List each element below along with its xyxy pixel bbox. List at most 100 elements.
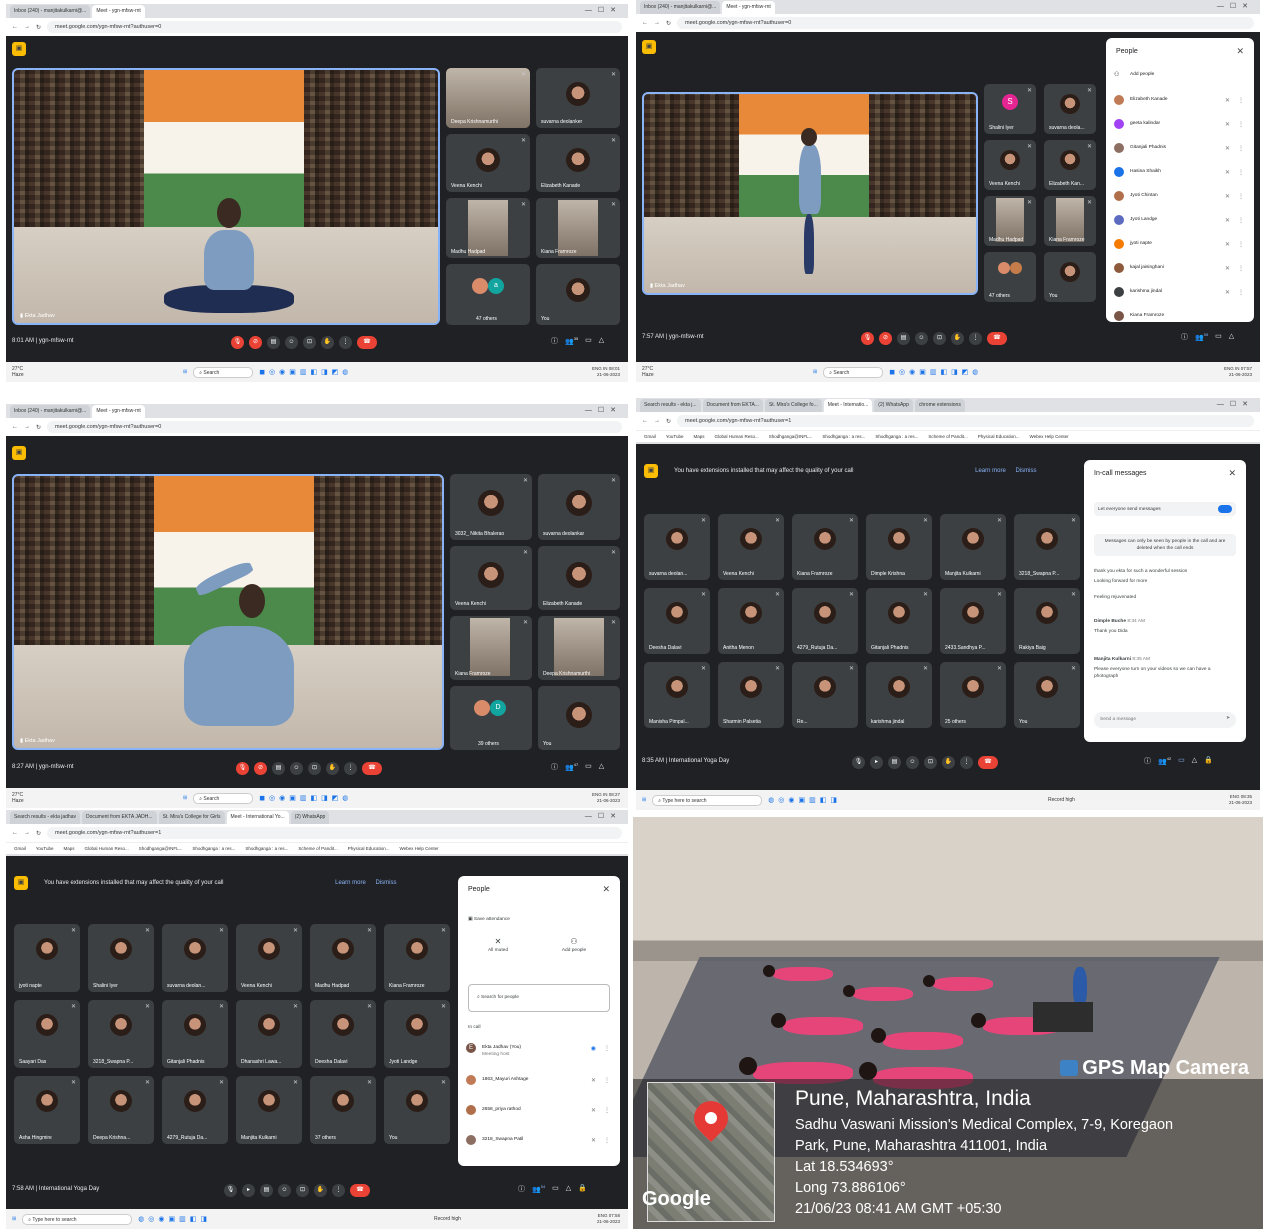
participant-tile[interactable]: ✕ suvarna deolanker bbox=[536, 68, 620, 128]
address-bar[interactable]: meet.google.com/ygn-mfsw-rnt?authuser=0 bbox=[677, 17, 1254, 29]
others-tile[interactable]: D 39 others bbox=[450, 686, 532, 750]
taskbar-apps-icon[interactable]: ◍◎◉▣▥◧◨ bbox=[768, 796, 841, 804]
participant-tile[interactable]: ✕ Veena Kenchi bbox=[718, 514, 784, 580]
bookmark[interactable]: Shodhganga@INFL... bbox=[139, 843, 183, 854]
bookmark[interactable]: Physical Education... bbox=[348, 843, 390, 854]
browser-tab-active[interactable]: Meet - Internatio... bbox=[823, 399, 873, 412]
more-vert-icon[interactable]: ⋮ bbox=[1238, 118, 1244, 132]
participant-tile[interactable]: ✕ Madhu Hadpad bbox=[446, 198, 530, 258]
end-call-button[interactable]: ☎ bbox=[350, 1184, 370, 1197]
back-icon[interactable]: ← bbox=[12, 424, 18, 430]
close-icon[interactable]: ✕ bbox=[1228, 468, 1236, 479]
more-button[interactable]: ⋮ bbox=[969, 332, 982, 345]
bookmark[interactable]: Global Human Reso... bbox=[84, 843, 128, 854]
address-bar[interactable]: meet.google.com/ygn-mfsw-rnt?authuser=1 bbox=[677, 415, 1254, 427]
self-tile[interactable]: You bbox=[538, 686, 620, 750]
emoji-button[interactable]: ☺ bbox=[915, 332, 928, 345]
present-button[interactable]: ⊡ bbox=[303, 336, 316, 349]
dismiss-link[interactable]: Dismiss bbox=[375, 880, 396, 886]
participant-tile[interactable]: S ✕ Shalini Iyer bbox=[984, 84, 1036, 134]
bookmark[interactable]: Shodhganga : a res... bbox=[245, 843, 288, 854]
participant-tile[interactable]: ✕ Kiana Framroze bbox=[384, 924, 450, 992]
participant-tile[interactable]: ✕ Re... bbox=[792, 662, 858, 728]
participant-tile[interactable]: ✕ Shalini Iyer bbox=[88, 924, 154, 992]
present-button[interactable]: ⊡ bbox=[296, 1184, 309, 1197]
participant-row[interactable]: Elizabeth Kanade ✕ ⋮ bbox=[1114, 92, 1246, 112]
emoji-button[interactable]: ☺ bbox=[906, 756, 919, 769]
browser-tab[interactable]: (2) WhatsApp bbox=[290, 811, 330, 824]
participant-tile[interactable]: ✕ 25 others bbox=[940, 662, 1006, 728]
info-icon[interactable]: ⓘ bbox=[551, 762, 558, 772]
self-tile[interactable]: ✕ You bbox=[384, 1076, 450, 1144]
activities-icon[interactable]: △ bbox=[1192, 756, 1197, 766]
browser-tab-active[interactable]: Meet - ygn-mfsw-rnt bbox=[92, 5, 145, 18]
participant-tile[interactable]: ✕ karishma jindal bbox=[866, 662, 932, 728]
forward-icon[interactable]: → bbox=[24, 424, 30, 430]
more-button[interactable]: ⋮ bbox=[332, 1184, 345, 1197]
end-call-button[interactable]: ☎ bbox=[357, 336, 377, 349]
browser-tab[interactable]: St. Mira's College for Girls bbox=[158, 811, 225, 824]
browser-tab[interactable]: Inbox (240) - manjitakulkarni@... bbox=[10, 5, 91, 18]
self-tile[interactable]: You bbox=[1044, 252, 1096, 302]
learn-more-link[interactable]: Learn more bbox=[335, 880, 366, 886]
camera-button[interactable]: ⊘ bbox=[249, 336, 262, 349]
more-vert-icon[interactable]: ⋮ bbox=[1238, 238, 1244, 252]
participant-tile[interactable]: ✕ Kiana Framroze bbox=[536, 198, 620, 258]
taskbar-search[interactable]: ⌕ Search bbox=[193, 366, 254, 378]
participant-tile[interactable]: ✕ Deesha Dalavi bbox=[310, 1000, 376, 1068]
self-tile[interactable]: ✕ You bbox=[1014, 662, 1080, 728]
participant-tile[interactable]: ✕ Veena Kenchi bbox=[236, 924, 302, 992]
bookmark[interactable]: YouTube bbox=[36, 843, 54, 854]
emoji-button[interactable]: ☺ bbox=[278, 1184, 291, 1197]
activities-icon[interactable]: △ bbox=[599, 762, 604, 772]
participant-row[interactable]: Gitanjali Phadnis ✕ ⋮ bbox=[1114, 140, 1246, 160]
browser-tab-active[interactable]: Meet - ygn-mfsw-rnt bbox=[722, 1, 775, 14]
more-button[interactable]: ⋮ bbox=[339, 336, 352, 349]
more-vert-icon[interactable]: ⋮ bbox=[1238, 214, 1244, 228]
participant-tile[interactable]: ✕ Rakiya Baig bbox=[1014, 588, 1080, 654]
participant-tile[interactable]: ✕ 2433.Sandhya P... bbox=[940, 588, 1006, 654]
bookmark[interactable]: Webex Help Center bbox=[1029, 431, 1068, 442]
participant-tile[interactable]: ✕ Saayari Das bbox=[14, 1000, 80, 1068]
more-vert-icon[interactable]: ⋮ bbox=[604, 1042, 610, 1056]
address-bar[interactable]: meet.google.com/ygn-mfsw-rnt?authuser=0 bbox=[47, 421, 622, 433]
windows-icon[interactable]: ⊞ bbox=[183, 369, 187, 375]
captions-button[interactable]: ▤ bbox=[267, 336, 280, 349]
present-button[interactable]: ⊡ bbox=[933, 332, 946, 345]
participant-row[interactable]: 3218_Swapna Patil ✕ ⋮ bbox=[466, 1132, 612, 1152]
weather-widget[interactable]: 27°C Haze bbox=[642, 366, 807, 378]
participant-row[interactable]: 2658_priya rathod ✕ ⋮ bbox=[466, 1102, 612, 1122]
participant-tile[interactable]: ✕ Elizabeth Kanade bbox=[536, 134, 620, 192]
add-people-button[interactable]: ⚇ Add people bbox=[1114, 68, 1246, 88]
captions-button[interactable]: ▤ bbox=[272, 762, 285, 775]
participant-tile[interactable]: ✕ Jyoti Landge bbox=[384, 1000, 450, 1068]
taskbar-apps-icon[interactable]: ◼◎◉▣▥◧◨◩◍ bbox=[259, 794, 352, 802]
reload-icon[interactable]: ↻ bbox=[36, 24, 41, 31]
participant-tile[interactable]: ✕ Manisha Pimpal... bbox=[644, 662, 710, 728]
more-vert-icon[interactable]: ⋮ bbox=[604, 1074, 610, 1088]
people-icon[interactable]: 👥55 bbox=[1195, 332, 1208, 342]
participant-row[interactable]: 1863_Mayuri Ashtage ✕ ⋮ bbox=[466, 1072, 612, 1092]
participant-row[interactable]: geeta kalindar ✕ ⋮ bbox=[1114, 116, 1246, 136]
captions-button[interactable]: ▤ bbox=[897, 332, 910, 345]
mic-button[interactable]: 🎙 bbox=[236, 762, 249, 775]
participant-tile[interactable]: ✕ Dhanashri Lawa... bbox=[236, 1000, 302, 1068]
bookmark[interactable]: Shodhganga : a res... bbox=[875, 431, 918, 442]
taskbar-search[interactable]: ⌕ Type here to search bbox=[22, 1213, 133, 1225]
browser-tab[interactable]: St. Mira's College fo... bbox=[764, 399, 822, 412]
participant-row[interactable]: Kiana Framroze bbox=[1114, 308, 1246, 322]
reload-icon[interactable]: ↻ bbox=[666, 20, 671, 27]
camera-button[interactable]: ⊘ bbox=[254, 762, 267, 775]
let-everyone-toggle[interactable]: Let everyone send messages bbox=[1094, 502, 1236, 516]
participant-tile[interactable]: ✕ 4279_Rutuja Da... bbox=[162, 1076, 228, 1144]
participant-row[interactable]: kajal jaisinghani ✕ ⋮ bbox=[1114, 260, 1246, 280]
weather-widget[interactable]: Record high bbox=[1048, 797, 1075, 803]
taskbar-apps-icon[interactable]: ◼◎◉▣▥◧◨◩◍ bbox=[259, 368, 352, 376]
mic-button[interactable]: 🎙 bbox=[231, 336, 244, 349]
browser-tab[interactable]: Document from EKTA JADH... bbox=[81, 811, 157, 824]
end-call-button[interactable]: ☎ bbox=[362, 762, 382, 775]
participant-tile[interactable]: ✕ Deepa Krishnamurthi bbox=[538, 616, 620, 680]
reload-icon[interactable]: ↻ bbox=[36, 424, 41, 431]
taskbar-apps-icon[interactable]: ◼◎◉▣▥◧◨◩◍ bbox=[889, 368, 982, 376]
weather-widget[interactable]: Record high bbox=[434, 1216, 461, 1222]
